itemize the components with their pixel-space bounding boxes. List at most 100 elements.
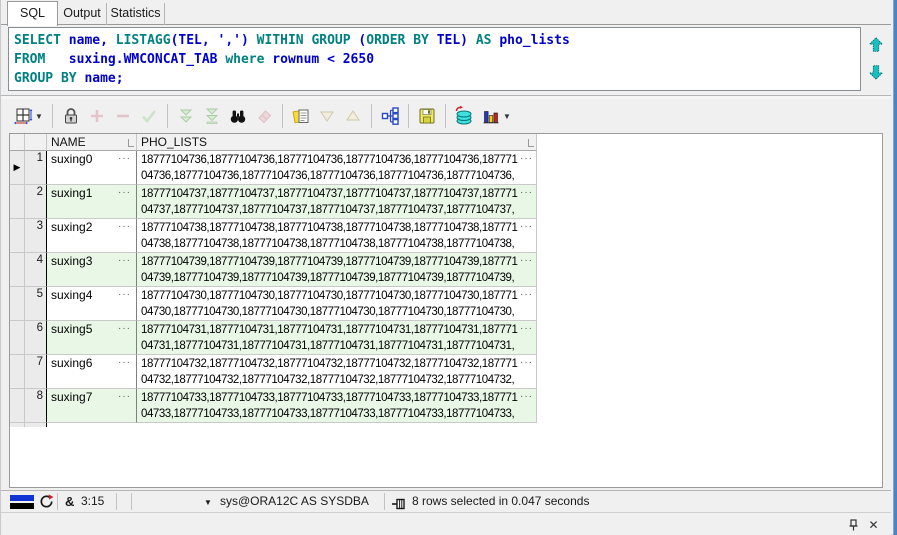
sql-code-line: SELECT name, LISTAGG(TEL, ',') WITHIN GR… [14,33,570,48]
column-grip-icon[interactable] [128,139,134,147]
name-cell[interactable]: suxing0 ··· [47,151,137,185]
manage-grid-button[interactable] [377,103,403,129]
cell-ellipsis-button[interactable]: ··· [519,356,536,372]
cell-ellipsis-button[interactable]: ··· [519,220,536,236]
cell-ellipsis-button[interactable]: ··· [117,186,134,218]
cell-ellipsis-button[interactable]: ··· [519,152,536,168]
pho-lists-cell[interactable]: 18777104739,18777104739,18777104739,1877… [137,253,537,287]
sql-tool-window: SQL Output Statistics SELECT name, LISTA… [0,0,897,535]
grid-options-button[interactable]: ▼ [9,103,47,129]
export-data-button[interactable] [288,103,314,129]
name-cell[interactable]: suxing7 ··· [47,389,137,423]
cell-ellipsis-button[interactable]: ··· [117,356,134,388]
scroll-up-button[interactable] [864,35,888,55]
save-button[interactable] [414,103,440,129]
tab-sql[interactable]: SQL [7,1,58,26]
name-cell[interactable]: suxing2 ··· [47,219,137,253]
name-cell[interactable]: suxing4 ··· [47,287,137,321]
row-number-cell[interactable]: 8 [25,389,47,423]
result-message: 8 rows selected in 0.047 seconds [412,494,590,508]
sort-descending-button[interactable] [314,103,340,129]
cell-ellipsis-button[interactable]: ··· [519,288,536,304]
grid-row[interactable]: 8 suxing7 ··· 18777104733,18777104733,18777… [10,389,537,423]
marker-column-header[interactable] [10,134,25,151]
pin-panel-button[interactable] [846,517,861,532]
pho-lists-cell[interactable]: 18777104733,18777104733,18777104733,1877… [137,389,537,423]
pho-lists-cell[interactable]: 18777104730,18777104730,18777104730,1877… [137,287,537,321]
results-grid: NAME PHO_LISTS ▶ 1 suxing0 ··· 18777104736,1… [10,134,537,427]
column-grip-icon[interactable] [528,139,534,147]
cell-ellipsis-button[interactable]: ··· [117,288,134,320]
name-cell[interactable]: suxing3 ··· [47,253,137,287]
chart-button[interactable]: ▼ [477,103,515,129]
row-number-cell[interactable]: 2 [25,185,47,219]
toolbar-separator [408,104,409,128]
eraser-icon [258,110,272,124]
sql-editor[interactable]: SELECT name, LISTAGG(TEL, ',') WITHIN GR… [8,27,861,91]
pho-lists-cell[interactable]: 18777104738,18777104738,18777104738,1877… [137,219,537,253]
connection-dropdown-icon[interactable]: ▼ [204,492,212,514]
close-panel-button[interactable]: ✕ [866,517,881,532]
up-arrow-icon [868,37,884,52]
fetch-last-page-button[interactable] [199,103,225,129]
grid-row[interactable]: 6 suxing5 ··· 18777104731,18777104731,18777… [10,321,537,355]
fetch-next-page-button[interactable] [173,103,199,129]
pin-icon [849,518,858,530]
row-marker-cell [10,185,25,219]
row-number-cell[interactable]: 1 [25,151,47,185]
cell-ellipsis-button[interactable]: ··· [519,254,536,270]
cell-ellipsis-button[interactable]: ··· [117,322,134,354]
grid-body: ▶ 1 suxing0 ··· 18777104736,18777104736,1877… [10,151,537,423]
cell-ellipsis-button[interactable]: ··· [117,152,134,184]
name-cell[interactable]: suxing6 ··· [47,355,137,389]
grid-row[interactable]: 5 suxing4 ··· 18777104730,18777104730,18777… [10,287,537,321]
cell-ellipsis-button[interactable]: ··· [519,322,536,338]
floppy-save-icon [419,108,435,124]
row-number-column-header[interactable] [25,134,47,151]
row-number-cell[interactable]: 4 [25,253,47,287]
row-number-cell[interactable]: 5 [25,287,47,321]
grid-row[interactable]: 2 suxing1 ··· 18777104737,18777104737,18777… [10,185,537,219]
toolbar-separator [445,104,446,128]
name-column-header[interactable]: NAME [47,134,137,151]
sort-ascending-button[interactable] [340,103,366,129]
pho-lists-cell[interactable]: 18777104736,18777104736,18777104736,1877… [137,151,537,185]
row-marker-cell [10,321,25,355]
grid-row[interactable]: 3 suxing2 ··· 18777104738,18777104738,18777… [10,219,537,253]
grid-options-icon [14,108,33,125]
tree-structure-icon [381,107,399,125]
scroll-down-button[interactable] [864,62,888,82]
row-number-cell[interactable]: 6 [25,321,47,355]
post-edit-button[interactable] [136,103,162,129]
minus-icon [117,114,129,118]
add-row-button[interactable] [84,103,110,129]
erase-button[interactable] [251,103,277,129]
pho-lists-cell[interactable]: 18777104737,18777104737,18777104737,1877… [137,185,537,219]
grid-row[interactable]: 7 suxing6 ··· 18777104732,18777104732,18777… [10,355,537,389]
tab-output[interactable]: Output [58,3,107,25]
lock-button[interactable] [58,103,84,129]
connection-label[interactable]: sys@ORA12C AS SYSDBA [220,491,369,513]
pho-lists-cell[interactable]: 18777104732,18777104732,18777104732,1877… [137,355,537,389]
cell-ellipsis-button[interactable]: ··· [519,186,536,202]
cell-ellipsis-button[interactable]: ··· [519,390,536,406]
pho-lists-column-header[interactable]: PHO_LISTS [137,134,537,151]
pho-lists-cell[interactable]: 18777104731,18777104731,18777104731,1877… [137,321,537,355]
row-number-cell[interactable]: 3 [25,219,47,253]
delete-row-button[interactable] [110,103,136,129]
name-cell[interactable]: suxing1 ··· [47,185,137,219]
find-button[interactable] [225,103,251,129]
cell-ellipsis-button[interactable]: ··· [117,220,134,252]
name-cell[interactable]: suxing5 ··· [47,321,137,355]
chevron-down-icon: ▼ [503,111,511,121]
row-marker-cell [10,389,25,423]
tab-statistics[interactable]: Statistics [107,3,165,25]
tab-output-label: Output [63,6,101,20]
grid-row[interactable]: ▶ 1 suxing0 ··· 18777104736,18777104736,1877… [10,151,537,185]
grid-row[interactable]: 4 suxing3 ··· 18777104739,18777104739,18777… [10,253,537,287]
cell-ellipsis-button[interactable]: ··· [117,390,134,422]
double-down-arrow-icon [179,109,193,123]
cell-ellipsis-button[interactable]: ··· [117,254,134,286]
refresh-data-button[interactable] [451,103,477,129]
row-number-cell[interactable]: 7 [25,355,47,389]
